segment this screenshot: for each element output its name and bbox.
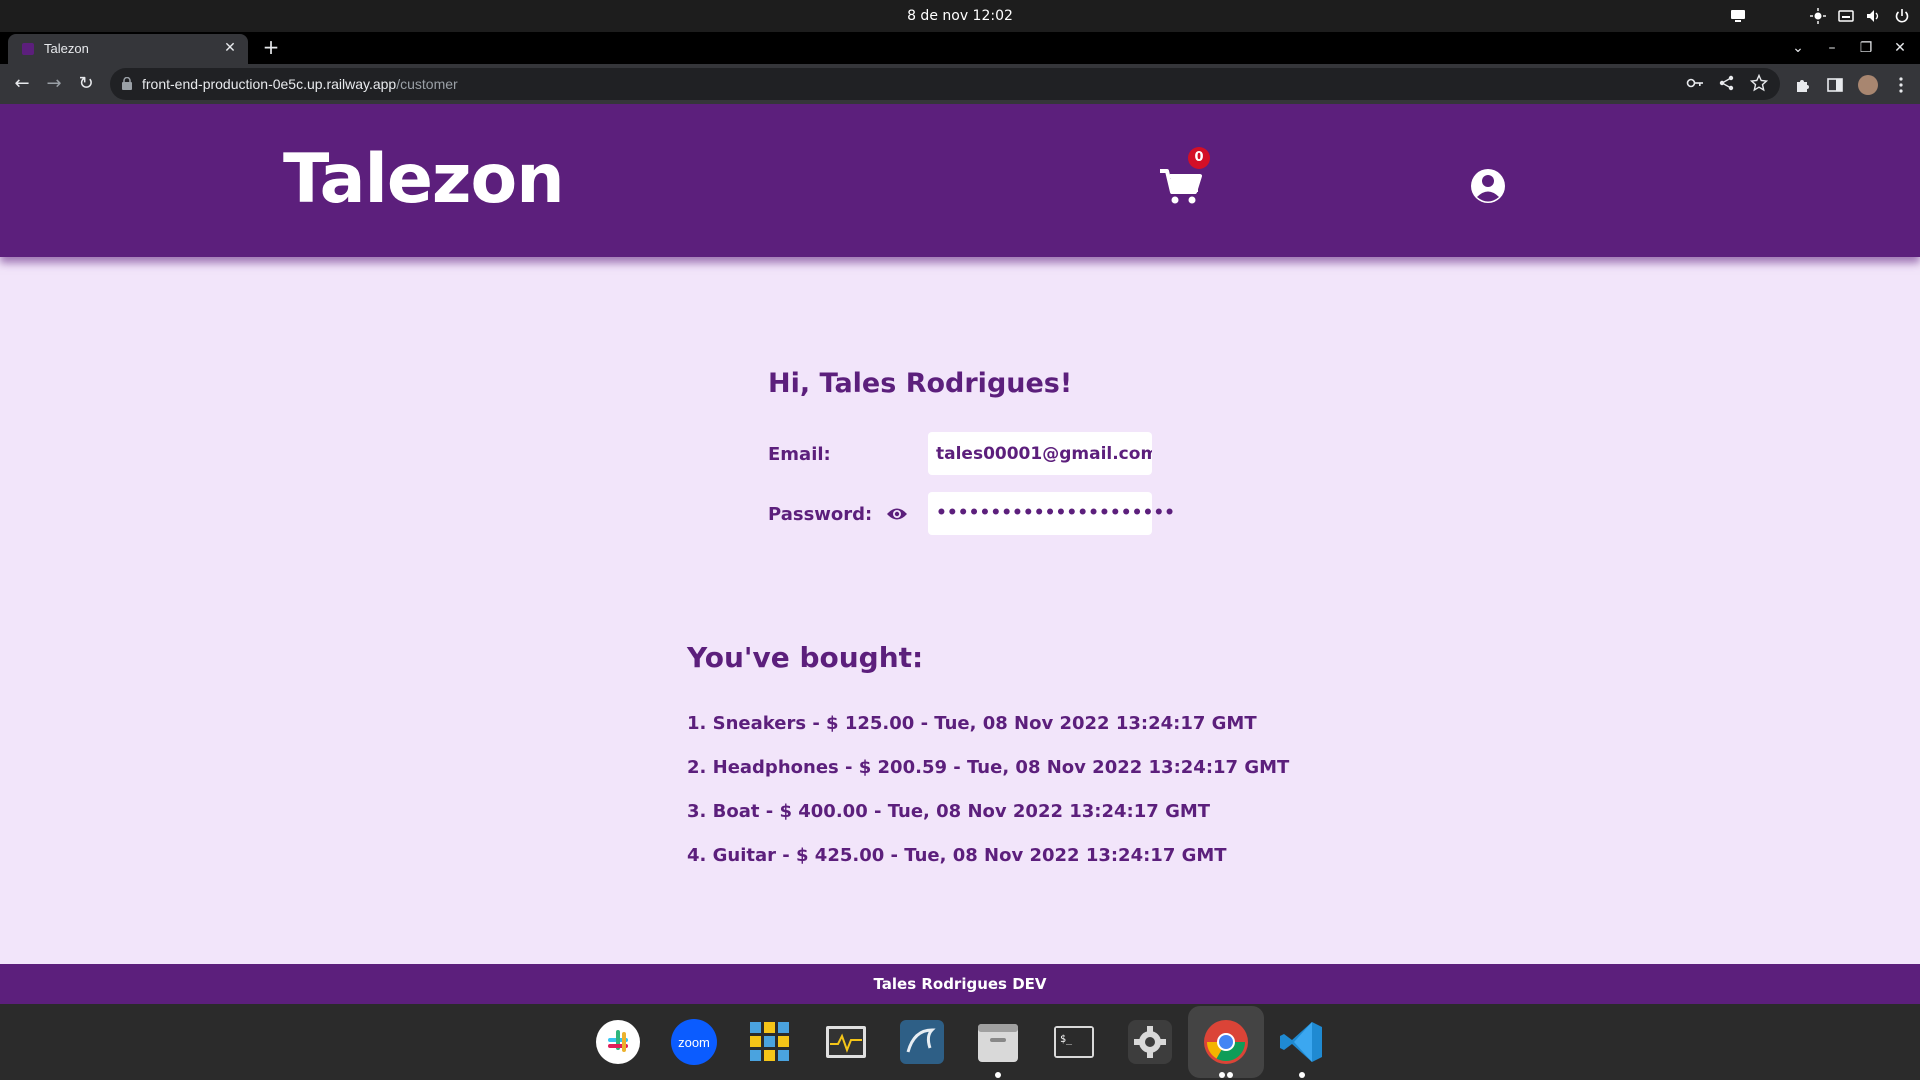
browser-tab-strip: Talezon ✕	[0, 32, 1920, 64]
system-tray[interactable]	[1730, 0, 1910, 32]
minimize-icon[interactable]: –	[1824, 40, 1840, 56]
vscode-icon[interactable]	[1278, 1018, 1326, 1066]
forward-icon[interactable]: →	[42, 72, 66, 96]
mysql-workbench-icon[interactable]	[898, 1018, 946, 1066]
system-clock[interactable]: 8 de nov 12:02	[0, 0, 1920, 32]
site-logo[interactable]: Talezon	[283, 140, 565, 219]
purchase-item: 4. Guitar - $ 425.00 - Tue, 08 Nov 2022 …	[687, 845, 1227, 866]
chrome-icon[interactable]	[1202, 1018, 1250, 1066]
url-path: /customer	[396, 76, 458, 92]
purchases-heading: You've bought:	[687, 641, 924, 674]
window-controls: ⌄ – ❐ ✕	[1790, 32, 1908, 64]
slack-icon[interactable]	[594, 1018, 642, 1066]
password-label: Password:	[768, 504, 873, 525]
reload-icon[interactable]: ↻	[74, 72, 98, 96]
volume-icon[interactable]	[1866, 8, 1882, 24]
app-grid-icon[interactable]	[746, 1018, 794, 1066]
greeting-heading: Hi, Tales Rodrigues!	[768, 368, 1073, 399]
key-icon[interactable]	[1686, 74, 1704, 92]
cart-count-badge: 0	[1188, 147, 1210, 169]
cart-icon[interactable]	[1160, 168, 1202, 206]
settings-icon[interactable]	[1126, 1018, 1174, 1066]
keyboard-icon[interactable]	[1838, 8, 1854, 24]
terminal-icon[interactable]: $_	[1050, 1018, 1098, 1066]
system-monitor-icon[interactable]	[822, 1018, 870, 1066]
purchase-item: 3. Boat - $ 400.00 - Tue, 08 Nov 2022 13…	[687, 801, 1211, 822]
back-icon[interactable]: ←	[10, 72, 34, 96]
running-indicator	[1227, 1072, 1233, 1078]
site-footer: Tales Rodrigues DEV	[0, 964, 1920, 1004]
url-text[interactable]: front-end-production-0e5c.up.railway.app…	[142, 76, 458, 92]
menu-kebab-icon[interactable]	[1892, 76, 1910, 94]
profile-avatar[interactable]	[1858, 75, 1878, 95]
bookmark-star-icon[interactable]	[1750, 74, 1768, 92]
side-panel-icon[interactable]	[1826, 76, 1844, 94]
svg-text:zoom: zoom	[678, 1035, 710, 1050]
files-icon[interactable]	[974, 1018, 1022, 1066]
tab-search-icon[interactable]: ⌄	[1790, 40, 1806, 56]
brightness-icon[interactable]	[1810, 8, 1826, 24]
new-tab-button[interactable]: +	[260, 36, 282, 58]
share-icon[interactable]	[1718, 74, 1736, 92]
close-tab-icon[interactable]: ✕	[222, 40, 238, 56]
purchase-item: 2. Headphones - $ 200.59 - Tue, 08 Nov 2…	[687, 757, 1290, 778]
lock-icon[interactable]	[122, 77, 132, 90]
svg-text:$_: $_	[1060, 1034, 1073, 1045]
purchase-item: 1. Sneakers - $ 125.00 - Tue, 08 Nov 202…	[687, 713, 1257, 734]
favicon-icon	[22, 43, 34, 55]
user-account-icon[interactable]	[1470, 168, 1506, 204]
power-icon[interactable]	[1894, 8, 1910, 24]
tab-title: Talezon	[44, 41, 89, 56]
zoom-icon[interactable]: zoom	[670, 1018, 718, 1066]
tab-talezon[interactable]: Talezon ✕	[8, 34, 248, 64]
system-top-bar: 8 de nov 12:02	[0, 0, 1920, 32]
restore-icon[interactable]: ❐	[1858, 40, 1874, 56]
url-host: front-end-production-0e5c.up.railway.app	[142, 76, 397, 92]
close-window-icon[interactable]: ✕	[1892, 40, 1908, 56]
running-indicator	[995, 1072, 1001, 1078]
dock: zoom $_	[0, 1004, 1920, 1080]
address-bar[interactable]: front-end-production-0e5c.up.railway.app…	[110, 68, 1780, 100]
web-page: Talezon 0 Hi, Tales Rodrigues! Email: Pa…	[0, 104, 1920, 1004]
show-password-eye-icon[interactable]	[886, 506, 908, 522]
purchases-list: 1. Sneakers - $ 125.00 - Tue, 08 Nov 202…	[687, 702, 1289, 878]
site-header: Talezon 0	[0, 104, 1920, 257]
email-field[interactable]	[928, 432, 1152, 475]
email-label: Email:	[768, 444, 831, 465]
extensions-icon[interactable]	[1794, 76, 1812, 94]
running-indicator	[1299, 1072, 1305, 1078]
password-field[interactable]: ••••••••••••••••••••••	[928, 492, 1175, 535]
display-icon[interactable]	[1730, 8, 1746, 24]
running-indicator	[1219, 1072, 1225, 1078]
browser-toolbar: ← → ↻ front-end-production-0e5c.up.railw…	[0, 64, 1920, 104]
